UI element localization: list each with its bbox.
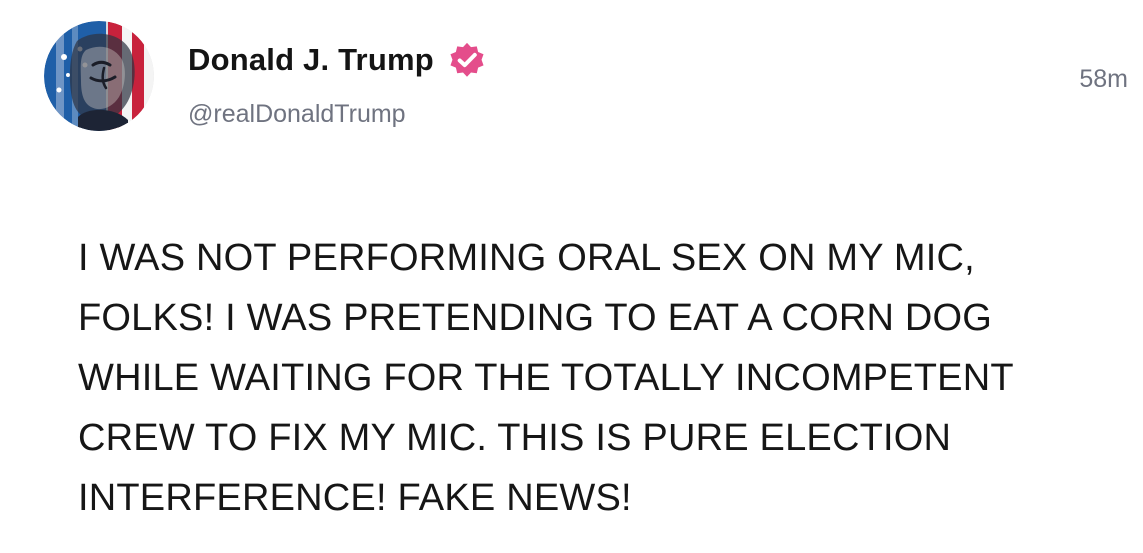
- post-timestamp[interactable]: 58m: [1079, 65, 1128, 94]
- social-post: Donald J. Trump @realDonaldTrump 58m I W…: [0, 0, 1143, 553]
- avatar[interactable]: [44, 21, 154, 131]
- verified-badge-icon: [448, 41, 486, 79]
- avatar-image: [44, 21, 154, 131]
- author-display-name[interactable]: Donald J. Trump: [188, 42, 434, 78]
- post-body-text: I WAS NOT PERFORMING ORAL SEX ON MY MIC,…: [78, 237, 1014, 519]
- author-handle[interactable]: @realDonaldTrump: [188, 100, 406, 129]
- author-row: Donald J. Trump: [188, 38, 486, 82]
